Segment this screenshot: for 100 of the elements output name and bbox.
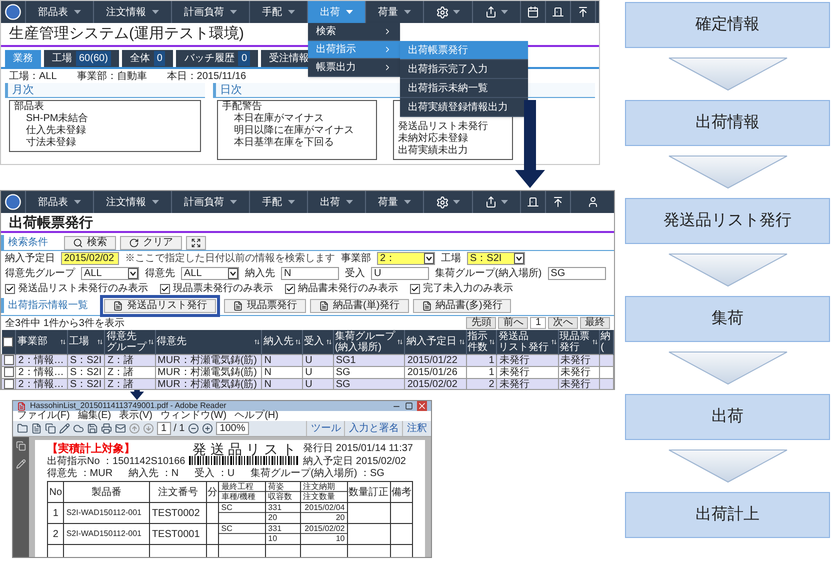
select-field[interactable]: S：S2I [467,252,525,265]
nav-menu[interactable]: 手配 [249,191,307,213]
menu-item[interactable]: 出荷指示未納一覧 [400,79,528,98]
nav-menu[interactable]: 部品表 [25,1,93,23]
nav-menu[interactable]: 部品表 [25,191,93,213]
settings-icon[interactable] [436,196,449,208]
checkbox[interactable] [3,336,14,347]
nav-menu[interactable]: 注文情報 [93,191,171,213]
tab[interactable]: 全体 0 [122,50,174,67]
column-header[interactable]: 発送品 リスト発行 [496,330,558,354]
checkbox[interactable] [410,284,420,294]
nav-menu[interactable]: 計画負荷 [171,1,249,23]
pen-icon[interactable] [16,459,26,469]
alert-link[interactable]: 寸法未登録 [14,137,196,149]
input-field[interactable]: N [281,267,339,280]
menu-item[interactable]: 編集(E) [78,411,112,421]
alert-link[interactable]: 未納対応未登録 [398,133,508,145]
menu-item[interactable]: 出荷指示完了入力 [400,60,528,79]
upload-icon[interactable] [577,6,589,18]
checkbox[interactable] [5,284,15,294]
menu-item[interactable]: ファイル(F) [17,411,70,421]
pager-button[interactable]: 最終 [580,317,610,329]
nav-menu[interactable]: 荷量 [365,191,423,213]
user-icon[interactable] [586,196,598,208]
logo-icon[interactable] [5,4,21,20]
checkbox[interactable] [4,379,14,389]
upload-icon[interactable] [552,196,564,208]
toolbar-icon[interactable] [73,423,84,434]
nav-menu[interactable]: 注文情報 [93,1,171,23]
column-header[interactable]: 納 ( [599,330,614,354]
door-icon[interactable] [527,196,539,208]
column-header[interactable]: 得意先 [155,330,262,354]
input-field[interactable]: U [371,267,429,280]
pager-button[interactable]: 次へ [548,317,578,329]
pager-button[interactable]: 1 [530,317,546,329]
door-icon[interactable] [552,6,564,18]
pages-icon[interactable] [16,441,26,451]
toolbar-icon[interactable] [45,423,56,434]
select-field[interactable]: ALL [181,267,239,280]
zoom-in-icon[interactable] [202,423,213,434]
toolbar-icon[interactable] [101,423,112,434]
close-icon[interactable] [417,401,427,411]
nav-menu[interactable]: 計画負荷 [171,191,249,213]
checkbox[interactable] [4,355,14,365]
column-header[interactable]: 指示 件数 [466,330,497,354]
toolbar-icon[interactable] [17,423,28,434]
page-field[interactable]: 1 [157,422,171,435]
expand-button[interactable] [186,236,206,250]
column-header[interactable]: 納入先 [262,330,303,354]
print-button[interactable]: 発送品リスト発行 [104,298,216,312]
nav-menu[interactable]: 出荷 [307,191,365,213]
menu-item[interactable]: 表示(V) [119,411,152,421]
tab[interactable]: バッチ履歴 0 [176,50,258,67]
toolbar-link[interactable]: 注釈 [402,421,427,436]
search-button[interactable]: クリア [120,236,182,250]
checkbox[interactable] [4,367,14,377]
column-header[interactable]: 納入予定日 [404,330,466,354]
menu-item[interactable]: ヘルプ(H) [234,411,278,421]
toolbar-link[interactable]: 入力と署名 [344,421,399,436]
alert-link[interactable]: 本日在庫がマイナス [222,113,372,125]
print-button[interactable]: 納品書(単)発行 [310,298,409,312]
checkbox[interactable] [160,284,170,294]
column-header[interactable]: 集荷グループ (納入場所) [333,330,405,354]
column-header[interactable]: 工場 [67,330,105,354]
alert-link[interactable]: 出荷実績未出力 [398,145,508,157]
alert-link[interactable]: 明日以降に在庫がマイナス [222,125,372,137]
settings-icon[interactable] [436,6,449,18]
checkbox[interactable] [285,284,295,294]
select-field[interactable]: 2： [377,252,435,265]
toolbar-icon[interactable] [59,423,70,434]
input-field[interactable]: 2015/02/02 [61,252,119,265]
tab[interactable]: 工場 60(60) [44,50,119,67]
alert-link[interactable]: 仕入先未登録 [14,125,196,137]
pager-button[interactable]: 先頭 [466,317,496,329]
select-field[interactable]: ALL [81,267,139,280]
alert-link[interactable]: 発送品リスト未発行 [398,121,508,133]
calendar-icon[interactable] [527,6,539,18]
input-field[interactable]: SG [548,267,606,280]
column-header[interactable]: 事業部 [16,330,68,354]
caret-icon [346,200,353,204]
column-header[interactable]: 現品票 発行 [558,330,600,354]
zoom-field[interactable]: 100% [216,422,250,435]
zoom-out-icon[interactable] [188,423,199,434]
toolbar-icon[interactable] [115,423,126,434]
toolbar-icon[interactable] [87,423,98,434]
alert-link[interactable]: SH-PM未結合 [14,113,196,125]
share-icon[interactable] [485,196,497,208]
toolbar-icon[interactable] [31,423,42,434]
pager-button[interactable]: 前へ [498,317,528,329]
print-button[interactable]: 納品書(多)発行 [412,298,512,312]
search-button[interactable]: 検索 [64,236,116,250]
column-header[interactable]: 得意先 グループ [104,330,156,354]
menu-item[interactable]: ウィンドウ(W) [160,411,227,421]
alert-link[interactable]: 本日基準在庫を下回る [222,137,372,149]
print-button[interactable]: 現品票発行 [224,298,306,312]
toolbar-link[interactable]: ツール [306,421,341,436]
logo-icon[interactable] [5,194,21,210]
share-icon[interactable] [485,6,497,18]
column-header[interactable]: 受入 [302,330,334,354]
maximize-icon[interactable] [405,402,413,410]
